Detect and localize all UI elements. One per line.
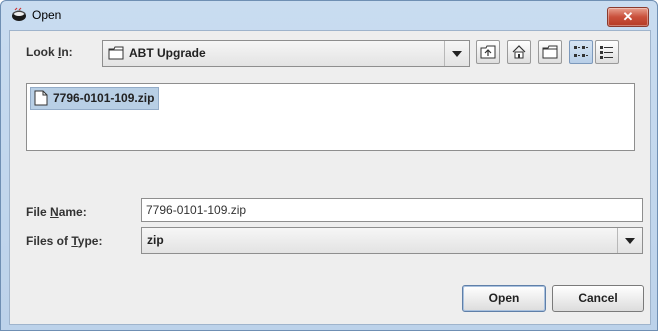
list-view-button[interactable] (569, 40, 593, 64)
file-name-input[interactable]: 7796-0101-109.zip (141, 198, 643, 222)
java-coffee-cup-icon (10, 7, 28, 23)
create-new-folder-button[interactable] (538, 40, 562, 64)
open-button[interactable]: Open (462, 285, 546, 312)
title-bar[interactable]: Open ✕ (1, 1, 657, 30)
files-of-type-combo[interactable]: zip (141, 227, 643, 254)
file-name-text: 7796-0101-109.zip (53, 91, 155, 105)
open-dialog-window: Open ✕ Look In: ABT Upgrade 7796-0101-10… (0, 0, 658, 331)
list-item[interactable]: 7796-0101-109.zip (30, 87, 160, 110)
folder-icon (108, 46, 124, 60)
look-in-value: ABT Upgrade (129, 46, 206, 60)
close-icon: ✕ (622, 9, 634, 24)
files-of-type-label: Files of Type: (26, 234, 103, 248)
close-button[interactable]: ✕ (607, 7, 649, 27)
details-view-button[interactable] (595, 40, 619, 64)
chevron-down-icon[interactable] (617, 228, 642, 253)
file-icon (34, 90, 48, 109)
dialog-body: Look In: ABT Upgrade 7796-0101-109.zip F… (9, 30, 651, 325)
chevron-down-icon[interactable] (444, 41, 469, 66)
files-of-type-value: zip (147, 233, 164, 247)
look-in-label: Look In: (26, 45, 73, 59)
up-one-level-button[interactable] (476, 40, 500, 64)
window-title: Open (32, 8, 62, 22)
home-button[interactable] (507, 40, 531, 64)
file-name-label: File Name: (26, 205, 87, 219)
file-name-value: 7796-0101-109.zip (146, 203, 247, 217)
cancel-button[interactable]: Cancel (552, 285, 644, 312)
file-list[interactable]: 7796-0101-109.zip (26, 83, 635, 151)
look-in-combo[interactable]: ABT Upgrade (102, 40, 470, 67)
